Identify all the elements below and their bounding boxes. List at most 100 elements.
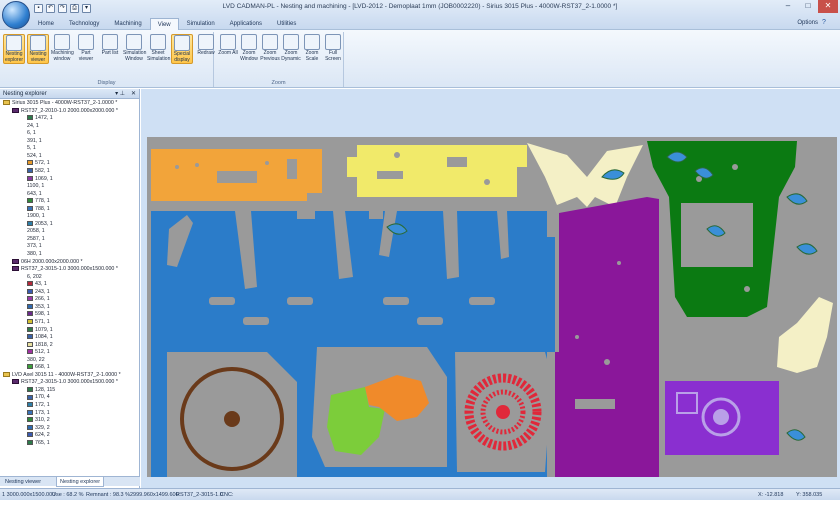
yellow-part[interactable] [347,145,527,197]
tree-part-node[interactable]: 310, 2 [27,417,50,425]
tree-part-node[interactable]: 172, 1 [27,402,50,410]
part-icon [27,115,33,121]
tab-applications[interactable]: Applications [223,18,269,30]
tab-home[interactable]: Home [31,18,61,30]
tree-part-node[interactable]: 1900, 1 [27,213,45,221]
pin-icon[interactable]: ▾ ⊥ [115,89,125,99]
maximize-icon[interactable]: □ [798,0,818,13]
tree-part-node[interactable]: 391, 1 [27,138,42,146]
tree-part-node[interactable]: 329, 2 [27,425,50,433]
tree-part-node[interactable]: 2058, 1 [27,228,45,236]
tree-part-node[interactable]: 2587, 1 [27,236,45,244]
tree-node-label: 172, 1 [35,402,50,408]
nesting-sheet-canvas[interactable] [147,137,837,477]
tree-nest-node[interactable]: RST37_2-3015-1.0 3000.000x1500.000 * [12,379,118,387]
tree-part-node[interactable]: 788, 1 [27,206,50,214]
part-icon [27,364,33,370]
tree-part-node[interactable]: 243, 1 [27,289,50,297]
tree-part-node[interactable]: 598, 1 [27,311,50,319]
full-screen-button[interactable]: Full Screen [322,34,344,62]
tree-node-label: RST37_2-2010-1.0 2000.000x2000.000 * [21,107,118,114]
part-list-button[interactable]: Part list [99,34,121,57]
tree-part-node[interactable]: 24, 1 [27,123,39,131]
tree-part-node[interactable]: 571, 1 [27,319,50,327]
tree-nest-node[interactable]: RST37_2-2010-1.0 2000.000x2000.000 * [12,108,118,116]
zoom-scale-button[interactable]: Zoom Scale [301,34,323,62]
tree-part-node[interactable]: 6, 1 [27,130,36,138]
tree-node-label: 380, 22 [27,356,45,363]
tree-part-node[interactable]: 266, 1 [27,296,50,304]
tree-part-node[interactable]: 5, 1 [27,145,36,153]
tree-machine-node[interactable]: Sirius 3015 Plus - 4000W-RST37_2-1.0000 … [3,100,117,108]
tree-part-node[interactable]: 380, 22 [27,357,45,365]
tree-part-node[interactable]: 1818, 2 [27,342,53,350]
help-icon[interactable]: ? [822,19,836,29]
tree-part-node[interactable]: 1079, 1 [27,327,53,335]
tree-part-node[interactable]: 1084, 1 [27,334,53,342]
tree-machine-node[interactable]: LVD Axel 3015 11 - 4000W-RST37_2-1.0000 … [3,372,121,380]
ribbon-button-label: Zoom Dynamic [281,50,301,62]
tab-machining[interactable]: Machining [107,18,148,30]
nesting-explorer-button[interactable]: Nesting explorer [3,34,25,64]
customize-icon[interactable]: ▾ [82,4,91,13]
tree-part-node[interactable]: 380, 1 [27,251,42,259]
tree-part-node[interactable]: 353, 1 [27,304,50,312]
part-viewer-button[interactable]: Part viewer [75,34,97,62]
tab-technology[interactable]: Technology [62,18,106,30]
tree-node-label: RST37_2-3015-1.0 3000.000x1500.000 * [21,379,118,386]
tree-part-node[interactable]: 6, 202 [27,274,42,282]
minimize-icon[interactable]: – [778,0,798,13]
ribbon-button-label: Machining window [51,50,74,62]
tab-nesting-explorer[interactable]: Nesting explorer [56,477,105,487]
zoom-all-button[interactable]: Zoom All [217,34,239,57]
machining-window-button[interactable]: Machining window [51,34,74,62]
tree-part-node[interactable]: 1069, 1 [27,176,53,184]
tab-simulation[interactable]: Simulation [180,18,222,30]
part-icon [27,432,33,438]
tree-part-node[interactable]: 173, 1 [27,410,50,418]
save-icon[interactable]: ▪ [34,4,43,13]
tree-node-label: 2053, 1 [35,220,53,227]
nesting-tree[interactable]: Sirius 3015 Plus - 4000W-RST37_2-1.0000 … [0,99,139,482]
ribbon-button-label: Full Screen [325,50,341,62]
print-icon[interactable]: ⎙ [70,4,79,13]
sheet-simulation-button[interactable]: Sheet Simulation [147,34,170,62]
tree-nest-node[interactable]: RST37_2-3015-1.0 3000.000x1500.000 * [12,266,118,274]
tab-view[interactable]: View [149,18,179,30]
application-menu-button[interactable] [2,1,30,29]
purple-part[interactable] [555,197,659,477]
tree-part-node[interactable]: 128, 115 [27,387,55,395]
tab-utilities[interactable]: Utilities [270,18,303,30]
tree-part-node[interactable]: 765, 1 [27,440,50,448]
zoom-dynamic-button[interactable]: Zoom Dynamic [280,34,302,62]
close-icon[interactable]: ✕ [131,89,136,99]
tree-part-node[interactable]: 1472, 1 [27,115,53,123]
tree-part-node[interactable]: 512, 1 [27,349,50,357]
simulation-window-button[interactable]: Simulation Window [123,34,146,62]
zoom-window-button[interactable]: Zoom Window [238,34,260,62]
tree-part-node[interactable]: 43, 1 [27,281,47,289]
tree-node-label: 788, 1 [35,205,50,212]
special-display-button[interactable]: Special display [171,34,193,64]
tree-part-node[interactable]: 624, 2 [27,432,50,440]
tree-part-node[interactable]: 582, 1 [27,168,50,176]
tab-nesting-viewer[interactable]: Nesting viewer [2,477,44,487]
tree-part-node[interactable]: 373, 1 [27,243,42,251]
tree-part-node[interactable]: 572, 1 [27,160,50,168]
tree-part-node[interactable]: 668, 1 [27,364,50,372]
tree-nest-node[interactable]: 06H 2000.000x2000.000 * [12,259,83,267]
options-button[interactable]: Options [797,20,818,26]
zoom-previous-button[interactable]: Zoom Previous [259,34,281,62]
ribbon-button-label: Nesting viewer [29,51,47,63]
tree-part-node[interactable]: 778, 1 [27,198,50,206]
undo-icon[interactable]: ↶ [46,4,55,13]
tree-node-label: 512, 1 [35,349,50,356]
tree-part-node[interactable]: 1100, 1 [27,183,44,191]
nesting-viewer-button[interactable]: Nesting viewer [27,34,49,64]
tree-part-node[interactable]: 170, 4 [27,394,50,402]
redo-icon[interactable]: ↷ [58,4,67,13]
tree-part-node[interactable]: 524, 1 [27,153,42,161]
tree-part-node[interactable]: 643, 1 [27,191,42,199]
tree-part-node[interactable]: 2053, 1 [27,221,53,229]
close-icon[interactable]: ✕ [818,0,838,13]
